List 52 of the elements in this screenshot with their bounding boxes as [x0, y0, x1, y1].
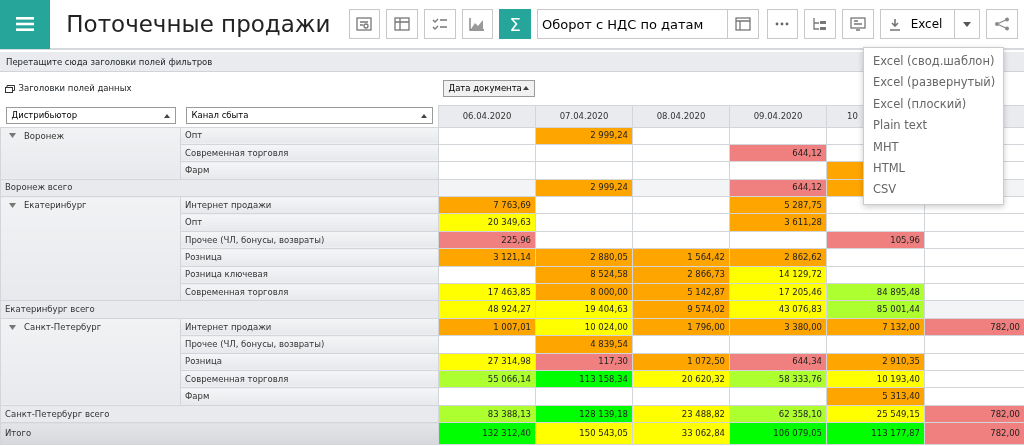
data-fields-label: Заголовки полей данных	[18, 82, 132, 95]
menu-item[interactable]: HTML	[864, 157, 1003, 180]
column-header[interactable]: 09.04.2020	[729, 105, 827, 127]
menu-item[interactable]: CSV	[864, 179, 1003, 201]
chevron-down-icon[interactable]	[9, 133, 16, 139]
row-label: Опт	[180, 127, 439, 145]
table-button[interactable]	[386, 9, 418, 39]
area-chart-icon	[469, 17, 486, 31]
caret-icon	[963, 21, 972, 27]
tree-icon	[812, 17, 829, 31]
sort-icon	[163, 113, 170, 118]
menu-icon	[16, 17, 35, 31]
chart-button[interactable]	[461, 9, 494, 39]
page-title: Поточечные продажи	[66, 9, 331, 39]
report-icon	[356, 17, 373, 31]
grand-total-label: Итого	[0, 422, 439, 445]
column-header[interactable]: 08.04.2020	[632, 105, 730, 127]
column-header[interactable]: 07.04.2020	[535, 105, 633, 127]
column-field-button[interactable]: Дата документа	[442, 79, 535, 97]
display-button[interactable]	[841, 9, 874, 39]
group-label: Санкт-Петербург	[24, 320, 102, 334]
checklist-icon	[431, 17, 448, 31]
row-field-button[interactable]: Дистрибьютор	[5, 107, 176, 125]
menu-item[interactable]: Plain text	[864, 115, 1003, 137]
sort-icon	[522, 86, 529, 91]
table-icon	[394, 17, 411, 31]
menu-item[interactable]: Excel (плоский)	[864, 93, 1003, 116]
column-header[interactable]: 06.04.2020	[438, 105, 536, 127]
share-icon	[994, 17, 1011, 31]
display-icon	[849, 17, 866, 31]
group-label: Екатеринбург	[24, 199, 87, 212]
row-field-button[interactable]: Канал сбыта	[185, 107, 433, 125]
more-button[interactable]	[766, 9, 799, 39]
share-button[interactable]	[986, 9, 1019, 39]
measure-select[interactable]: Оборот с НДС по датам	[536, 9, 727, 39]
report-button[interactable]	[348, 9, 381, 39]
dropdown-button[interactable]	[955, 9, 981, 39]
download-icon	[888, 17, 901, 31]
menu-item[interactable]: Excel (свод.шаблон)	[864, 51, 1003, 73]
chevron-down-icon[interactable]	[9, 202, 16, 208]
chevron-down-icon[interactable]	[9, 324, 16, 330]
export-button[interactable]: Excel	[879, 9, 956, 39]
menu-item[interactable]: Excel (развернутый)	[864, 72, 1003, 94]
layout-button[interactable]	[726, 9, 759, 39]
fields-icon	[4, 84, 15, 93]
tree-button[interactable]	[804, 9, 836, 39]
checklist-button[interactable]	[423, 9, 456, 39]
menu-button[interactable]	[0, 0, 51, 49]
sort-icon	[421, 113, 427, 118]
menu-item[interactable]: MHT	[864, 136, 1003, 158]
group-label: Воронеж	[24, 129, 65, 143]
layout-icon	[734, 17, 751, 31]
